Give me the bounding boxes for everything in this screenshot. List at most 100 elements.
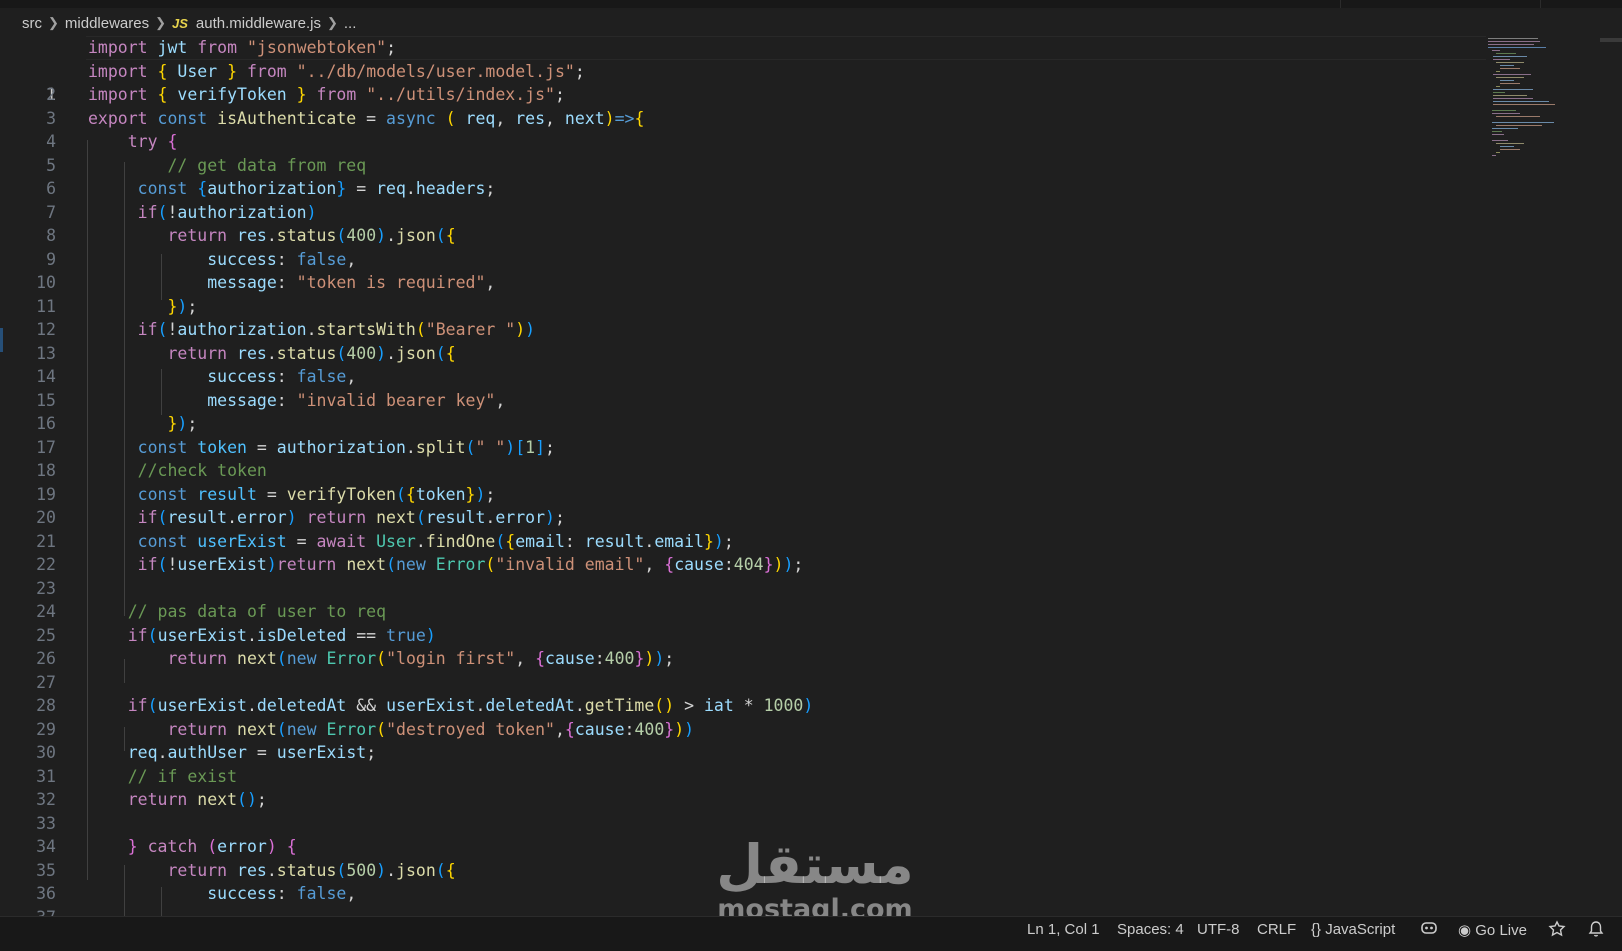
- code-line[interactable]: 7 const {authorization} = req.headers;: [0, 177, 1490, 222]
- token: // if exist: [127, 766, 238, 786]
- token: return: [167, 343, 228, 363]
- token: true: [386, 625, 426, 645]
- token: false: [296, 367, 347, 386]
- language-label: JavaScript: [1325, 921, 1396, 938]
- token: return: [167, 860, 228, 880]
- code-line[interactable]: 28: [0, 671, 1490, 715]
- breadcrumb-more[interactable]: ...: [344, 15, 357, 32]
- go-live-button[interactable]: ◉ Go Live: [1458, 921, 1527, 939]
- token: 400: [346, 343, 377, 363]
- minimap-line: [1493, 56, 1527, 57]
- breadcrumb-middlewares[interactable]: middlewares: [65, 15, 149, 32]
- code-line[interactable]: 33 return next();: [0, 788, 1490, 833]
- tab-strip: [0, 0, 1622, 8]
- code-line[interactable]: 31 req.authUser = userExist;: [0, 741, 1490, 786]
- line-code: if(result.error) return next(result.erro…: [137, 508, 565, 527]
- token: "jsonwebtoken": [246, 38, 387, 57]
- line-code: return res.status(400).json({: [167, 343, 456, 363]
- line-code: return next(new Error("destroyed token",…: [167, 719, 695, 739]
- token: status: [276, 860, 337, 880]
- token: next: [346, 555, 387, 574]
- code-line[interactable]: 17 });: [0, 412, 1490, 457]
- token: "destroyed token": [386, 719, 555, 739]
- token: return: [276, 555, 337, 574]
- token: "token is required": [296, 273, 486, 292]
- token: const: [137, 179, 188, 198]
- minimap-line: [1500, 83, 1520, 84]
- indentation-setting[interactable]: Spaces: 4: [1117, 921, 1184, 938]
- code-line[interactable]: 32 // if exist: [0, 765, 1490, 810]
- token: new: [396, 555, 426, 574]
- token: await: [316, 531, 367, 551]
- code-line[interactable]: 22 const userExist = await User.findOne(…: [0, 530, 1490, 575]
- code-line[interactable]: 26 if(userExist.isDeleted == true): [0, 624, 1490, 669]
- token: headers: [415, 179, 486, 198]
- line-code: const token = authorization.split(" ")[1…: [137, 437, 555, 457]
- token: return: [167, 719, 228, 739]
- line-code: import { verifyToken } from "../utils/in…: [88, 85, 565, 104]
- code-line[interactable]: 24: [0, 577, 1490, 621]
- line-ending-setting[interactable]: CRLF: [1257, 921, 1296, 938]
- code-line[interactable]: 3 import { verifyToken } from "../utils/…: [0, 83, 1490, 128]
- minimap[interactable]: [1488, 38, 1578, 158]
- code-line[interactable]: 8 if(!authorization): [0, 201, 1490, 246]
- vertical-scrollbar[interactable]: [1600, 38, 1622, 916]
- scrollbar-slider[interactable]: [1600, 38, 1622, 42]
- code-line[interactable]: 27 return next(new Error("login first", …: [0, 647, 1490, 692]
- token: userExist: [197, 531, 287, 551]
- code-line[interactable]: 23 if(!userExist)return next(new Error("…: [0, 553, 1490, 598]
- token: isAuthenticate: [217, 108, 357, 128]
- token: verifyToken: [286, 484, 396, 504]
- token: new: [286, 649, 317, 668]
- code-line[interactable]: 4 export const isAuthenticate = async ( …: [0, 107, 1490, 152]
- code-line[interactable]: 11 message: "token is required",: [0, 271, 1490, 316]
- code-line[interactable]: 18 const token = authorization.split(" "…: [0, 436, 1490, 481]
- token: return: [306, 508, 367, 527]
- language-mode[interactable]: {} JavaScript: [1311, 921, 1395, 938]
- code-line[interactable]: 5 try {: [0, 130, 1490, 175]
- token: res: [237, 343, 267, 363]
- accounts-icon[interactable]: [1548, 920, 1566, 942]
- bell-icon[interactable]: [1588, 920, 1604, 942]
- line-code: success: false,: [207, 884, 357, 903]
- code-line[interactable]: 25 // pas data of user to req: [0, 600, 1490, 645]
- cursor-position[interactable]: Ln 1, Col 1: [1027, 921, 1100, 938]
- encoding-setting[interactable]: UTF-8: [1197, 921, 1240, 938]
- token: async: [386, 108, 436, 128]
- code-line[interactable]: 16 message: "invalid bearer key",: [0, 389, 1490, 434]
- token: const: [137, 484, 188, 504]
- code-line[interactable]: 15 success: false,: [0, 365, 1490, 410]
- minimap-line: [1492, 140, 1508, 141]
- token: 404: [733, 555, 764, 574]
- code-line[interactable]: 19 //check token: [0, 459, 1490, 504]
- code-line[interactable]: 29 if(userExist.deletedAt && userExist.d…: [0, 694, 1490, 739]
- minimap-line: [1493, 95, 1527, 96]
- token: deletedAt: [256, 696, 347, 715]
- token: res: [237, 226, 267, 245]
- code-line[interactable]: 10 success: false,: [0, 248, 1490, 293]
- code-line[interactable]: 12 });: [0, 295, 1490, 340]
- token: return: [167, 649, 228, 668]
- code-line[interactable]: 30 return next(new Error("destroyed toke…: [0, 718, 1490, 763]
- token: false: [296, 249, 347, 269]
- code-line[interactable]: 13 if(!authorization.startsWith("Bearer …: [0, 318, 1490, 363]
- token: Error: [326, 649, 377, 668]
- code-editor[interactable]: 1 import jwt from "jsonwebtoken"; 2 impo…: [0, 36, 1600, 916]
- line-code: });: [167, 296, 198, 316]
- copilot-icon[interactable]: [1420, 920, 1438, 940]
- token: if: [137, 508, 158, 527]
- token: Error: [435, 555, 486, 574]
- line-code: import { User } from "../db/models/user.…: [88, 61, 585, 81]
- code-line[interactable]: 6 // get data from req: [0, 154, 1490, 199]
- token: getTime: [584, 696, 655, 715]
- token: error: [237, 508, 287, 527]
- code-line[interactable]: 9 return res.status(400).json({: [0, 224, 1490, 269]
- code-line[interactable]: 2 import { User } from "../db/models/use…: [0, 60, 1490, 105]
- code-line[interactable]: 34: [0, 812, 1490, 856]
- breadcrumb-src[interactable]: src: [22, 15, 42, 32]
- code-line[interactable]: 20 const result = verifyToken({token});: [0, 483, 1490, 528]
- breadcrumb-file[interactable]: auth.middleware.js: [196, 15, 321, 32]
- code-line[interactable]: 21 if(result.error) return next(result.e…: [0, 506, 1490, 551]
- code-line[interactable]: 1 import jwt from "jsonwebtoken";: [0, 36, 1490, 104]
- code-line[interactable]: 14 return res.status(400).json({: [0, 342, 1490, 387]
